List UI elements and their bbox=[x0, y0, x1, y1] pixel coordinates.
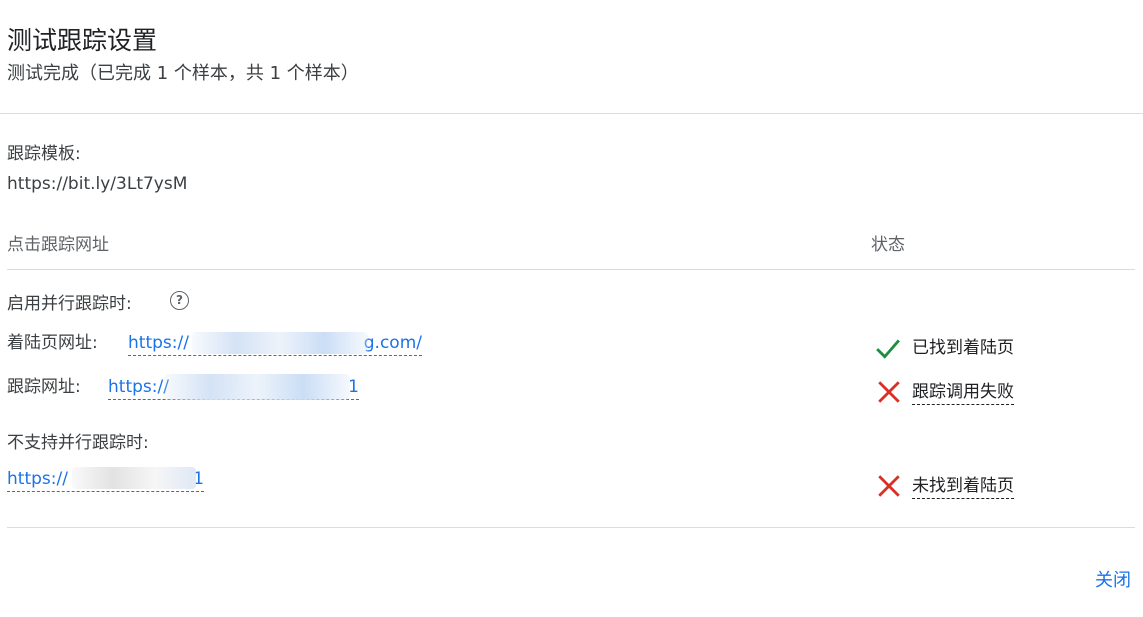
help-circle-icon[interactable]: ? bbox=[170, 291, 189, 310]
parallel-tracking-heading: 启用并行跟踪时: bbox=[7, 294, 132, 314]
redaction-blur bbox=[192, 332, 368, 354]
landing-url-end: g.com/ bbox=[363, 333, 422, 353]
column-header-status: 状态 bbox=[871, 235, 905, 255]
tracking-url-label: 跟踪网址: bbox=[7, 377, 81, 397]
tracking-status[interactable]: 跟踪调用失败 bbox=[912, 380, 1014, 405]
table-header-divider bbox=[7, 269, 1135, 270]
header-divider bbox=[0, 113, 1143, 114]
non-parallel-status[interactable]: 未找到着陆页 bbox=[912, 474, 1014, 499]
non-parallel-heading: 不支持并行跟踪时: bbox=[7, 433, 149, 453]
close-x-icon bbox=[878, 475, 900, 497]
column-header-url: 点击跟踪网址 bbox=[7, 235, 109, 255]
landing-page-url-label: 着陆页网址: bbox=[7, 333, 98, 353]
non-parallel-url-start: https:// bbox=[7, 469, 68, 489]
landing-page-status: 已找到着陆页 bbox=[912, 338, 1014, 358]
redaction-blur bbox=[164, 374, 350, 400]
redaction-blur bbox=[72, 467, 196, 489]
content-divider bbox=[7, 527, 1135, 528]
dialog-title: 测试跟踪设置 bbox=[7, 26, 158, 55]
close-button[interactable]: 关闭 bbox=[1095, 568, 1131, 594]
close-x-icon bbox=[878, 381, 900, 403]
tracking-template-label: 跟踪模板: bbox=[7, 144, 81, 164]
test-tracking-dialog: 测试跟踪设置 测试完成（已完成 1 个样本，共 1 个样本） 跟踪模板: htt… bbox=[0, 0, 1143, 617]
check-icon bbox=[876, 339, 900, 359]
tracking-url-start: https:// bbox=[108, 377, 169, 397]
landing-url-start: https:// bbox=[128, 333, 189, 353]
dialog-subtitle: 测试完成（已完成 1 个样本，共 1 个样本） bbox=[7, 63, 359, 84]
tracking-template-value: https://bit.ly/3Lt7ysM bbox=[7, 174, 188, 194]
